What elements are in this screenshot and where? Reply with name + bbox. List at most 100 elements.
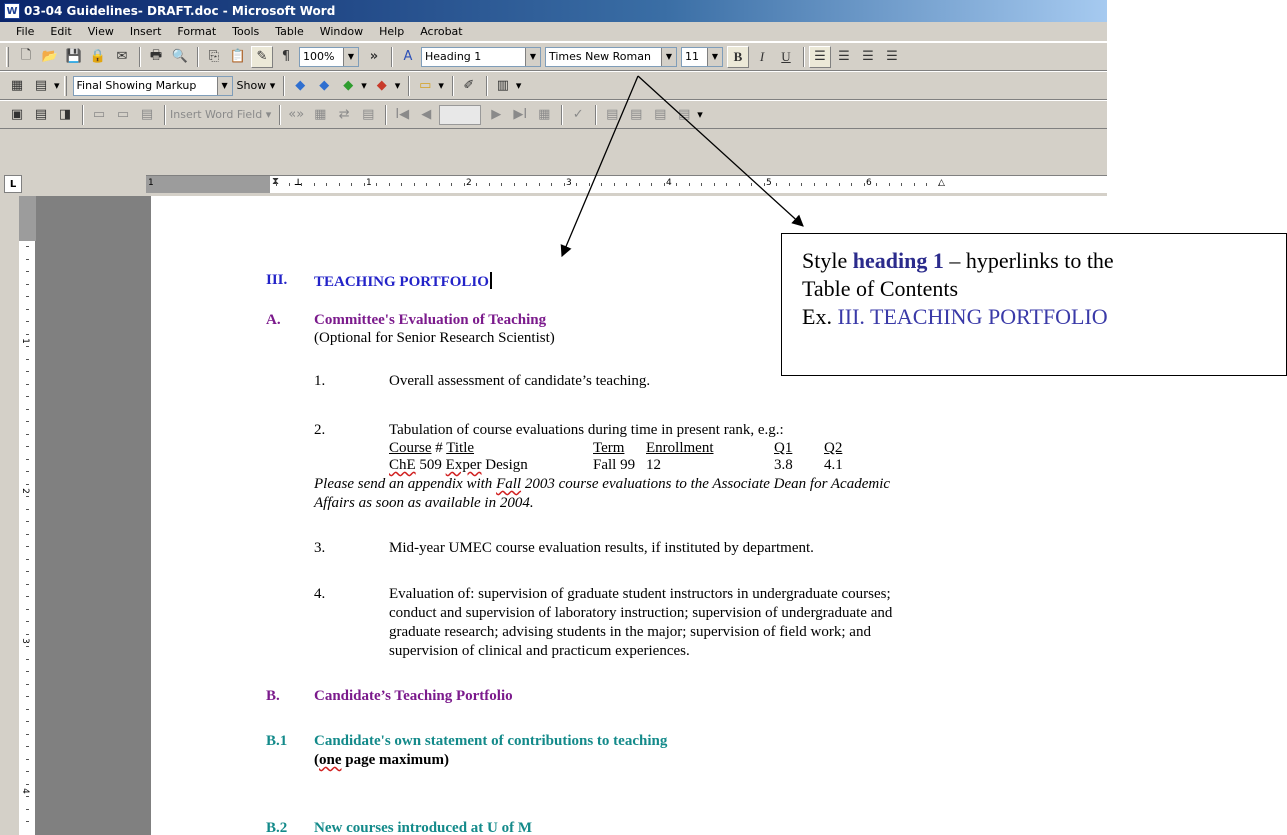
- vruler-tick: [26, 608, 29, 610]
- previous-record-icon[interactable]: ◀: [415, 104, 437, 126]
- vertical-ruler[interactable]: 1 2 3 4: [19, 196, 36, 835]
- record-number-input[interactable]: [439, 104, 482, 125]
- vruler-number: 3: [19, 638, 30, 644]
- track-changes-icon[interactable]: ✐: [458, 75, 480, 97]
- main-document-setup-icon[interactable]: ▣: [6, 104, 28, 126]
- bold-button[interactable]: B: [727, 45, 749, 68]
- font-size-select[interactable]: 11 ▼: [681, 46, 723, 67]
- word-app-icon[interactable]: W: [4, 3, 20, 19]
- menu-file[interactable]: File: [8, 25, 42, 38]
- show-formatting-icon[interactable]: ¶: [275, 46, 297, 68]
- print-icon[interactable]: 🖶: [145, 46, 167, 68]
- th-q2: Q2: [824, 440, 843, 456]
- next-change-icon[interactable]: ◆: [313, 75, 335, 97]
- justify-icon[interactable]: ☰: [881, 46, 903, 68]
- reject-change-icon[interactable]: ◆: [371, 75, 393, 97]
- ruler-tick: [563, 183, 565, 186]
- menu-edit[interactable]: Edit: [42, 25, 79, 38]
- paste-icon[interactable]: 📋: [227, 46, 249, 68]
- merge-to-email-icon[interactable]: ▤: [649, 104, 671, 126]
- reject-dropdown-icon[interactable]: ▾: [395, 79, 401, 92]
- open-folder-icon[interactable]: 📂: [39, 46, 61, 68]
- td-enrollment: 12: [646, 457, 661, 473]
- toolbar-grip[interactable]: [63, 75, 67, 96]
- vruler-tick: [26, 308, 29, 310]
- underline-button[interactable]: U: [775, 46, 797, 68]
- td-title-b: Design: [485, 457, 528, 473]
- toolbar-options-icon[interactable]: ▾: [516, 79, 522, 92]
- mail-merge-recipients-icon[interactable]: ◨: [54, 104, 76, 126]
- view-merged-data-icon[interactable]: «»: [285, 104, 307, 126]
- comment-dropdown-icon[interactable]: ▾: [438, 79, 444, 92]
- menu-table[interactable]: Table: [267, 25, 311, 38]
- email-icon[interactable]: ✉: [111, 46, 133, 68]
- last-record-icon[interactable]: ▶I: [509, 104, 531, 126]
- ruler-tick: [776, 183, 777, 186]
- drawing-toggle-icon[interactable]: ✎: [251, 45, 273, 68]
- document-map-icon[interactable]: ▤: [30, 75, 52, 97]
- merge-to-document-icon[interactable]: ▤: [601, 104, 623, 126]
- toolbar-options-icon[interactable]: ▾: [54, 79, 60, 92]
- chevron-down-icon[interactable]: ▼: [525, 47, 540, 66]
- toolbar-grip[interactable]: [6, 46, 9, 67]
- previous-change-icon[interactable]: ◆: [289, 75, 311, 97]
- insert-merge-fields-icon[interactable]: ▤: [136, 104, 158, 126]
- new-comment-icon[interactable]: ▭: [414, 75, 436, 97]
- menu-format[interactable]: Format: [169, 25, 224, 38]
- highlight-fields-icon[interactable]: ▦: [309, 104, 331, 126]
- align-left-icon[interactable]: ☰: [809, 45, 831, 68]
- toolbar-overflow-icon[interactable]: »: [363, 46, 385, 68]
- save-icon[interactable]: 💾: [63, 46, 85, 68]
- match-fields-icon[interactable]: ⇄: [333, 104, 355, 126]
- merge-to-fax-icon[interactable]: ▤: [673, 104, 695, 126]
- horizontal-ruler[interactable]: 1 ⧗ ⊥ 1 2 3 4 5 6 △: [146, 175, 1107, 193]
- chevron-down-icon[interactable]: ▼: [343, 47, 358, 66]
- menu-insert[interactable]: Insert: [122, 25, 170, 38]
- permission-icon[interactable]: 🔒: [87, 46, 109, 68]
- font-select[interactable]: Times New Roman ▼: [545, 46, 677, 67]
- show-menu-button[interactable]: Show ▾: [237, 79, 276, 92]
- find-entry-icon[interactable]: ▦: [533, 104, 555, 126]
- title-bar: W 03-04 Guidelines- DRAFT.doc - Microsof…: [0, 0, 1107, 22]
- style-select[interactable]: Heading 1 ▼: [421, 46, 541, 67]
- item-3-text: Mid-year UMEC course evaluation results,…: [389, 540, 814, 556]
- new-document-icon[interactable]: 🗋: [15, 46, 37, 68]
- menu-window[interactable]: Window: [312, 25, 371, 38]
- chevron-down-icon[interactable]: ▼: [707, 47, 722, 66]
- reading-layout-icon[interactable]: ▦: [6, 75, 28, 97]
- merge-to-printer-icon[interactable]: ▤: [625, 104, 647, 126]
- menu-acrobat[interactable]: Acrobat: [412, 25, 470, 38]
- menu-help[interactable]: Help: [371, 25, 412, 38]
- ruler-tick: [551, 183, 552, 186]
- toolbar-options-icon[interactable]: ▾: [697, 108, 703, 121]
- open-data-source-icon[interactable]: ▤: [30, 104, 52, 126]
- vruler-tick: [26, 458, 29, 460]
- print-preview-icon[interactable]: 🔍: [169, 46, 191, 68]
- next-record-icon[interactable]: ▶: [485, 104, 507, 126]
- tab-selector-icon[interactable]: L: [4, 175, 22, 193]
- align-right-icon[interactable]: ☰: [857, 46, 879, 68]
- chevron-down-icon[interactable]: ▼: [216, 76, 232, 95]
- check-errors-icon[interactable]: ✓: [567, 104, 589, 126]
- insert-word-field-button[interactable]: Insert Word Field ▾: [170, 108, 271, 121]
- reviewing-pane-icon[interactable]: ▥: [492, 75, 514, 97]
- accept-dropdown-icon[interactable]: ▾: [361, 79, 367, 92]
- vruler-tick: [26, 408, 29, 410]
- styles-pane-icon[interactable]: A: [397, 46, 419, 68]
- vruler-tick: [26, 746, 29, 747]
- italic-button[interactable]: I: [751, 46, 773, 68]
- copy-icon[interactable]: ⎘: [203, 46, 225, 68]
- accept-change-icon[interactable]: ◆: [337, 75, 359, 97]
- markup-display-select[interactable]: Final Showing Markup ▼: [72, 75, 233, 96]
- propagate-labels-icon[interactable]: ▤: [357, 104, 379, 126]
- first-record-icon[interactable]: I◀: [391, 104, 413, 126]
- insert-address-block-icon[interactable]: ▭: [88, 104, 110, 126]
- horizontal-ruler-row: L 1 ⧗ ⊥ 1 2 3 4 5 6 △: [0, 172, 1107, 196]
- chevron-down-icon[interactable]: ▼: [661, 47, 676, 66]
- menu-tools[interactable]: Tools: [224, 25, 267, 38]
- heading-1-text[interactable]: TEACHING PORTFOLIO: [314, 272, 492, 291]
- menu-view[interactable]: View: [80, 25, 122, 38]
- align-center-icon[interactable]: ☰: [833, 46, 855, 68]
- insert-greeting-icon[interactable]: ▭: [112, 104, 134, 126]
- zoom-select[interactable]: 100% ▼: [299, 46, 359, 67]
